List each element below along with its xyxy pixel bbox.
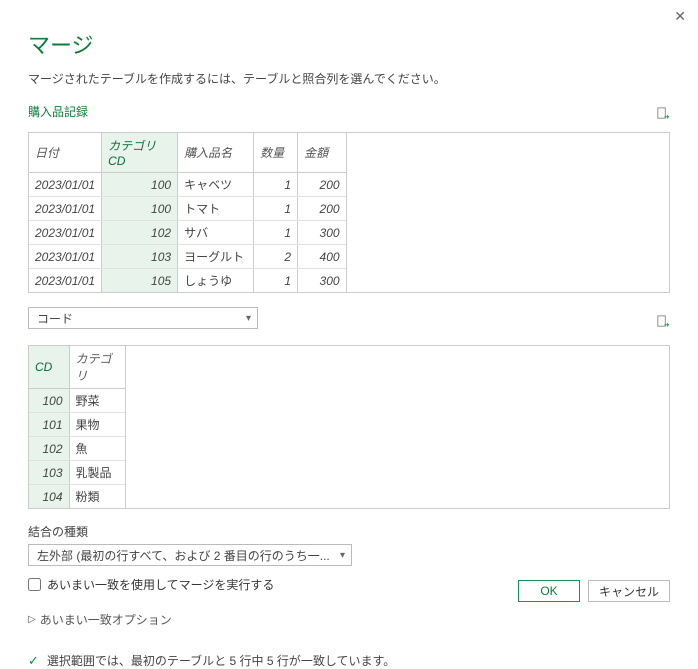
cell-qty: 2 (254, 245, 298, 269)
table-row[interactable]: 101果物 (29, 413, 125, 437)
cell-date: 2023/01/01 (29, 221, 102, 245)
cell-date: 2023/01/01 (29, 245, 102, 269)
col-category-cd[interactable]: カテゴリCD (102, 133, 178, 173)
table2-selector-value: コード (37, 310, 73, 327)
fuzzy-match-label: あいまい一致を使用してマージを実行する (47, 576, 274, 593)
cell-cat: 野菜 (69, 389, 125, 413)
cell-amt: 200 (298, 173, 346, 197)
cell-item: キャベツ (178, 173, 254, 197)
close-icon[interactable]: ✕ (674, 8, 686, 25)
cell-catcd: 100 (102, 173, 178, 197)
cell-date: 2023/01/01 (29, 269, 102, 293)
table-row[interactable]: 2023/01/01105しょうゆ1300 (29, 269, 346, 293)
cell-catcd: 100 (102, 197, 178, 221)
cell-catcd: 105 (102, 269, 178, 293)
table2-selector[interactable]: コード ▾ (28, 307, 258, 329)
cell-cat: 果物 (69, 413, 125, 437)
cell-item: サバ (178, 221, 254, 245)
table-row[interactable]: 103乳製品 (29, 461, 125, 485)
join-type-value: 左外部 (最初の行すべて、および 2 番目の行のうち一... (37, 547, 330, 564)
join-type-label: 結合の種類 (28, 523, 670, 540)
check-icon: ✓ (28, 653, 39, 669)
table1-header-row: 日付 カテゴリCD 購入品名 数量 金額 (29, 133, 346, 173)
ok-button[interactable]: OK (518, 580, 580, 602)
col-amount[interactable]: 金額 (298, 133, 346, 173)
table1-preview: 日付 カテゴリCD 購入品名 数量 金額 2023/01/01100キャベツ12… (28, 132, 670, 293)
cell-item: ヨーグルト (178, 245, 254, 269)
cell-qty: 1 (254, 173, 298, 197)
cell-catcd: 103 (102, 245, 178, 269)
fuzzy-options-expander[interactable]: ▷ あいまい一致オプション (28, 611, 670, 628)
col-item[interactable]: 購入品名 (178, 133, 254, 173)
table-row[interactable]: 2023/01/01100トマト1200 (29, 197, 346, 221)
col-cd[interactable]: CD (29, 346, 69, 389)
chevron-down-icon: ▾ (340, 550, 345, 561)
status-row: ✓ 選択範囲では、最初のテーブルと 5 行中 5 行が一致しています。 (28, 652, 670, 669)
cell-cat: 魚 (69, 437, 125, 461)
cell-date: 2023/01/01 (29, 173, 102, 197)
cell-amt: 300 (298, 221, 346, 245)
fuzzy-match-checkbox[interactable] (28, 578, 41, 591)
cell-cd: 102 (29, 437, 69, 461)
table-row[interactable]: 2023/01/01100キャベツ1200 (29, 173, 346, 197)
join-type-selector[interactable]: 左外部 (最初の行すべて、および 2 番目の行のうち一... ▾ (28, 544, 352, 566)
cell-date: 2023/01/01 (29, 197, 102, 221)
table-row[interactable]: 104粉類 (29, 485, 125, 509)
table2-header-row: CD カテゴリ (29, 346, 125, 389)
cell-qty: 1 (254, 197, 298, 221)
table-row[interactable]: 100野菜 (29, 389, 125, 413)
table2-preview: CD カテゴリ 100野菜101果物102魚103乳製品104粉類 (28, 345, 670, 509)
cell-cd: 100 (29, 389, 69, 413)
cell-cd: 103 (29, 461, 69, 485)
cell-qty: 1 (254, 269, 298, 293)
caret-right-icon: ▷ (28, 614, 36, 625)
cell-catcd: 102 (102, 221, 178, 245)
table-row[interactable]: 2023/01/01102サバ1300 (29, 221, 346, 245)
chevron-down-icon: ▾ (246, 313, 251, 324)
col-category[interactable]: カテゴリ (69, 346, 125, 389)
cell-qty: 1 (254, 221, 298, 245)
cancel-button[interactable]: キャンセル (588, 580, 670, 602)
table-row[interactable]: 2023/01/01103ヨーグルト2400 (29, 245, 346, 269)
dialog-subtitle: マージされたテーブルを作成するには、テーブルと照合列を選んでください。 (28, 70, 670, 87)
cell-cd: 101 (29, 413, 69, 437)
col-date[interactable]: 日付 (29, 133, 102, 173)
cell-amt: 200 (298, 197, 346, 221)
cell-amt: 400 (298, 245, 346, 269)
refresh-icon[interactable] (655, 314, 670, 332)
cell-cat: 粉類 (69, 485, 125, 509)
fuzzy-options-label: あいまい一致オプション (40, 611, 172, 628)
status-message: 選択範囲では、最初のテーブルと 5 行中 5 行が一致しています。 (47, 652, 395, 669)
table1-name: 購入品記録 (28, 103, 88, 120)
cell-cat: 乳製品 (69, 461, 125, 485)
refresh-icon[interactable] (655, 106, 670, 124)
cell-item: トマト (178, 197, 254, 221)
cell-amt: 300 (298, 269, 346, 293)
cell-cd: 104 (29, 485, 69, 509)
col-qty[interactable]: 数量 (254, 133, 298, 173)
cell-item: しょうゆ (178, 269, 254, 293)
table-row[interactable]: 102魚 (29, 437, 125, 461)
dialog-title: マージ (28, 28, 670, 60)
